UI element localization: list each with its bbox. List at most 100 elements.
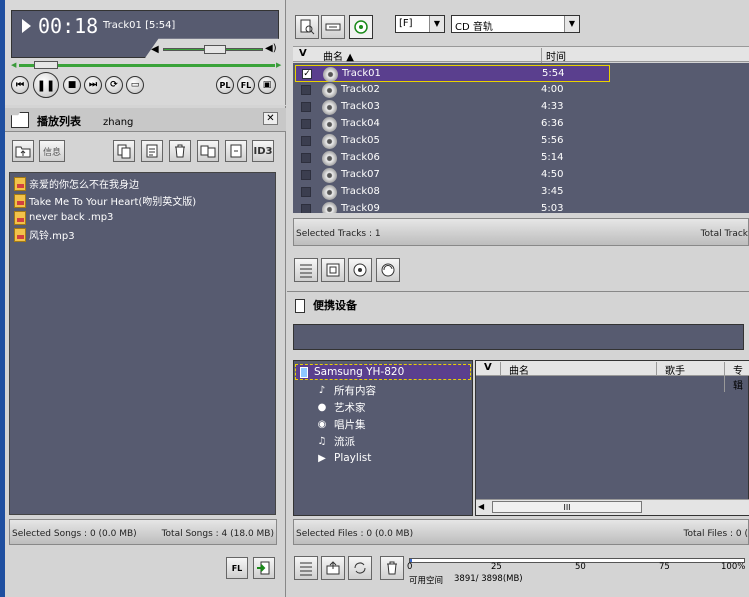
device-tree: Samsung YH-820 ♪ 所有内容 ● 艺术家 ◉ 唱片集 ♫ 流派 ▶ Playlist <box>293 360 473 516</box>
track-row[interactable]: Track08 3:45 <box>293 184 749 201</box>
audio-track-icon <box>322 134 337 149</box>
volume-low-icon: ◀ <box>151 44 159 55</box>
device-check-column[interactable]: V <box>484 362 492 373</box>
device-artist-column[interactable]: 歌手 <box>656 362 724 377</box>
device-tree-item[interactable]: ▶ Playlist <box>316 450 371 466</box>
playlist-item[interactable]: Take Me To Your Heart(吻别英文版) <box>14 192 196 209</box>
playlist-item[interactable]: never back .mp3 <box>14 209 113 226</box>
device-tree-item[interactable]: ● 艺术家 <box>316 399 366 415</box>
track-row[interactable]: Track03 4:33 <box>293 99 749 116</box>
seek-thumb[interactable] <box>34 61 59 69</box>
cd-statusbar: Selected Tracks : 1 Total Track <box>293 218 749 246</box>
track-checkbox[interactable] <box>301 119 311 129</box>
track-checkbox[interactable] <box>301 204 311 213</box>
next-button[interactable]: ⏭ <box>84 76 102 94</box>
name-column-header[interactable]: 曲名 ▲ <box>323 48 354 63</box>
track-checkbox[interactable] <box>301 85 311 95</box>
volume-slider[interactable] <box>163 45 263 54</box>
capacity-tick: 75 <box>659 562 670 572</box>
device-tree-item[interactable]: ♫ 流派 <box>316 433 355 449</box>
new-list-button[interactable] <box>141 140 163 162</box>
list-icon <box>300 264 312 278</box>
seek-bar[interactable] <box>19 61 275 69</box>
export-button[interactable] <box>225 140 247 162</box>
device-tree-item[interactable]: ◉ 唱片集 <box>316 416 366 432</box>
pause-button[interactable]: ❚❚ <box>33 72 59 98</box>
time-column-header[interactable]: 时间 <box>541 48 566 63</box>
check-column-header[interactable]: V <box>299 48 307 59</box>
chevron-down-icon: ▼ <box>564 16 579 32</box>
id3-button[interactable]: ID3 <box>252 140 274 162</box>
track-row[interactable]: Track04 6:36 <box>293 116 749 133</box>
trash-icon <box>175 144 185 158</box>
cd-eject-button[interactable] <box>348 258 372 282</box>
device-list-view-button[interactable] <box>294 556 318 580</box>
track-name: Track02 <box>341 84 380 95</box>
capacity-tick: 100% <box>721 562 746 572</box>
cd-rip-button[interactable] <box>321 258 345 282</box>
track-row[interactable]: Track05 5:56 <box>293 133 749 150</box>
cd-search-button[interactable] <box>295 15 319 39</box>
device-upload-button[interactable] <box>321 556 345 580</box>
track-checkbox[interactable] <box>301 170 311 180</box>
send-to-device-button[interactable] <box>253 557 275 579</box>
pl-button[interactable]: PL <box>216 76 234 94</box>
export-icon <box>230 144 242 158</box>
playlist-item-label: 亲爱的你怎么不在我身边 <box>29 180 139 191</box>
track-checkbox[interactable] <box>301 187 311 197</box>
chevron-down-icon: ▼ <box>429 16 444 32</box>
playlist-header: 播放列表 zhang ✕ <box>5 108 286 132</box>
playlist-name: zhang <box>103 117 134 128</box>
track-time: 5:54 <box>542 68 565 79</box>
playlist-item[interactable]: 亲爱的你怎么不在我身边 <box>14 175 139 192</box>
track-checkbox[interactable]: ✓ <box>302 69 312 79</box>
track-checkbox[interactable] <box>301 153 311 163</box>
cd-drive-button[interactable] <box>321 15 345 39</box>
info-button[interactable]: 信息 <box>39 140 65 162</box>
device-hscrollbar[interactable]: ◀ III <box>476 499 749 515</box>
delete-button[interactable] <box>169 140 191 162</box>
scroll-left-icon[interactable]: ◀ <box>478 502 484 511</box>
device-album-column[interactable]: 专辑 <box>724 362 749 392</box>
device-button[interactable]: ▣ <box>258 76 276 94</box>
move-button[interactable] <box>197 140 219 162</box>
cd-disc-button[interactable] <box>349 15 373 39</box>
open-folder-button[interactable]: ▭ <box>126 76 144 94</box>
track-time: 4:50 <box>541 169 564 180</box>
track-row[interactable]: Track02 4:00 <box>293 82 749 99</box>
track-row[interactable]: Track06 5:14 <box>293 150 749 167</box>
track-row[interactable]: Track07 4:50 <box>293 167 749 184</box>
cd-refresh-button[interactable] <box>376 258 400 282</box>
track-time: 6:36 <box>541 118 564 129</box>
device-sync-button[interactable] <box>348 556 372 580</box>
device-tree-label: Playlist <box>334 452 372 464</box>
playlist-item-label: Take Me To Your Heart(吻别英文版) <box>29 197 197 208</box>
device-node[interactable]: Samsung YH-820 <box>295 364 471 380</box>
device-name-column[interactable]: 曲名 <box>500 362 656 377</box>
album-icon: ◉ <box>317 418 327 430</box>
device-tree-item[interactable]: ♪ 所有内容 <box>316 382 376 398</box>
previous-button[interactable]: ⏮ <box>11 76 29 94</box>
track-name: Track06 <box>341 152 380 163</box>
scroll-thumb[interactable]: III <box>492 501 642 513</box>
drive-select[interactable]: [F] ▼ <box>395 15 445 33</box>
send-to-fl-button[interactable]: FL <box>226 557 248 579</box>
close-icon[interactable]: ✕ <box>263 112 278 125</box>
track-row[interactable]: Track09 5:03 <box>293 201 749 213</box>
cd-list-view-button[interactable] <box>294 258 318 282</box>
magnifier-doc-icon <box>300 19 315 35</box>
track-checkbox[interactable] <box>301 136 311 146</box>
volume-thumb[interactable] <box>204 45 226 54</box>
playlist-item[interactable]: 风铃.mp3 <box>14 226 75 243</box>
add-file-button[interactable] <box>113 140 135 162</box>
fl-button[interactable]: FL <box>237 76 255 94</box>
track-time: 3:45 <box>541 186 564 197</box>
repeat-button[interactable]: ⟳ <box>105 76 123 94</box>
stop-icon: ■ <box>67 80 77 90</box>
source-select[interactable]: CD 音轨 ▼ <box>451 15 580 33</box>
track-row[interactable]: ✓ Track01 5:54 <box>295 65 610 82</box>
track-checkbox[interactable] <box>301 102 311 112</box>
stop-button[interactable]: ■ <box>63 76 81 94</box>
device-delete-button[interactable] <box>380 556 404 580</box>
playlist-up-button[interactable] <box>12 140 34 162</box>
